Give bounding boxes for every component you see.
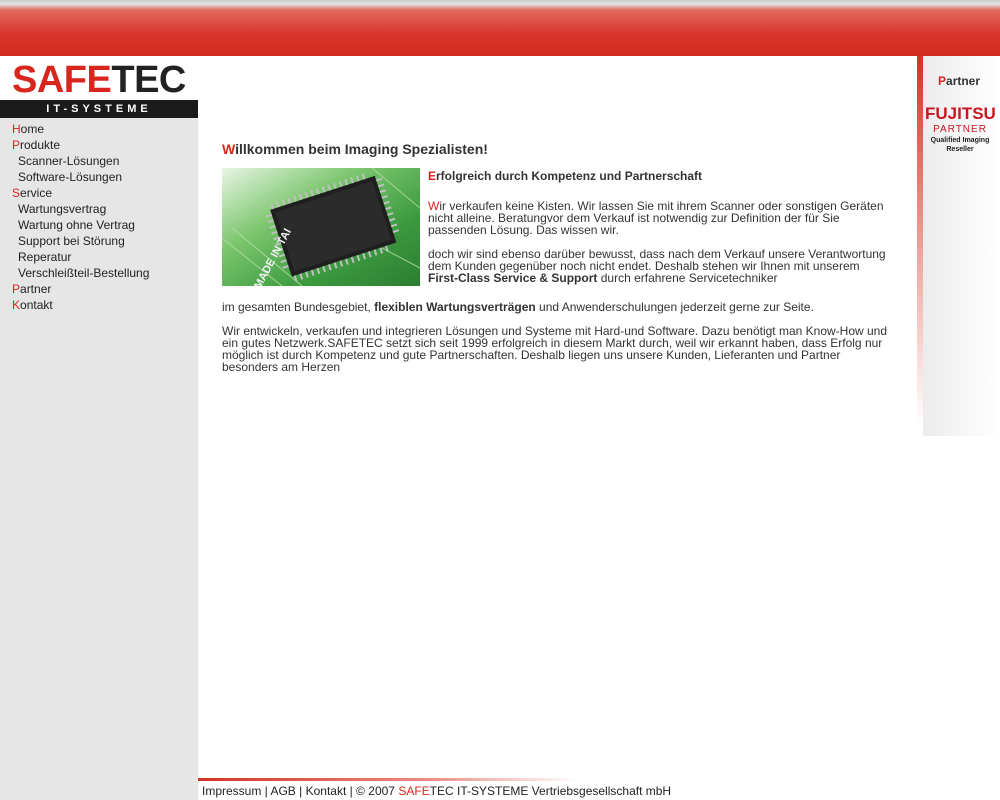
nav-produkte-label: rodukte [20,138,61,152]
paragraph-3: im gesamten Bundesgebiet, flexiblen Wart… [222,301,890,313]
nav-wartungsvertrag[interactable]: Wartungsvertrag [0,201,198,217]
nav-produkte[interactable]: Produkte [0,137,198,153]
nav-service-initial: S [12,186,21,200]
section-subheading-text: rfolgreich durch Kompetenz und Partnersc… [436,169,703,183]
page-title-initial: W [222,141,236,157]
nav-service-label: ervice [20,186,53,200]
nav-partner-initial: P [12,282,21,296]
logo-part1: SAFE [12,59,112,101]
nav-verschleissteil-bestellung[interactable]: Verschleißteil-Bestellung [0,265,198,281]
section-subheading: Erfolgreich durch Kompetenz und Partners… [428,170,702,182]
footer-link-kontakt[interactable]: Kontakt [306,784,347,798]
paragraph-2-text-a: doch wir sind ebenso darüber bewusst, da… [428,247,886,273]
nav-partner[interactable]: Partner [0,281,198,297]
paragraph-2: doch wir sind ebenso darüber bewusst, da… [428,248,890,284]
paragraph-1: Wir verkaufen keine Kisten. Wir lassen S… [428,200,890,236]
logo[interactable]: SAFETEC IT-SYSTEME [0,56,198,118]
partner-heading-text: artner [946,74,981,88]
main-nav: Home Produkte Scanner-Lösungen Software-… [0,118,198,313]
nav-kontakt-initial: K [12,298,21,312]
fujitsu-qualified-line2: Reseller [946,146,974,153]
nav-partner-label: artner [20,282,52,296]
partner-heading: Partner [938,74,980,88]
logo-part2: TEC [111,59,186,101]
paragraph-2-bold: First-Class Service & Support [428,271,598,285]
nav-kontakt[interactable]: Kontakt [0,297,198,313]
nav-reperatur[interactable]: Reperatur [0,249,198,265]
header-bar [0,0,1000,60]
footer-separator: | [346,784,357,798]
footer: Impressum | AGB | Kontakt | © 2007 SAFET… [202,784,671,798]
nav-wartung-ohne-vertrag[interactable]: Wartung ohne Vertrag [0,217,198,233]
footer-company-rest: TEC IT-SYSTEME Vertriebsgesellschaft mbH [429,784,672,798]
paragraph-3-text-b: und Anwenderschulungen jederzeit gerne z… [539,300,814,314]
nav-produkte-initial: P [12,138,21,152]
logo-subtitle: IT-SYSTEME [0,100,198,118]
footer-copyright: © 2007 [356,784,399,798]
footer-divider [198,778,578,781]
sidebar: Home Produkte Scanner-Lösungen Software-… [0,118,198,800]
fujitsu-qualified-line1: Qualified Imaging [930,137,990,144]
fujitsu-partner-logo[interactable]: FUJITSU PARTNER Qualified Imaging Resell… [925,104,996,154]
paragraph-2-text-b: durch erfahrene Servicetechniker [600,271,778,285]
paragraph-3-bold: flexiblen Wartungsverträgen [374,300,536,314]
circuit-board-image: MADE IN TAI [222,168,420,286]
section-subheading-initial: E [428,169,437,183]
paragraph-4: Wir entwickeln, verkaufen und integriere… [222,324,888,374]
paragraph-1-text: ir verkaufen keine Kisten. Wir lassen Si… [428,199,884,237]
page-title: Willkommen beim Imaging Spezialisten! [222,141,488,157]
nav-support-bei-stoerung[interactable]: Support bei Störung [0,233,198,249]
nav-home-initial: H [12,122,21,136]
fujitsu-partner-label: PARTNER [933,124,987,135]
footer-link-impressum[interactable]: Impressum [202,784,261,798]
footer-link-agb[interactable]: AGB [270,784,295,798]
nav-software-loesungen[interactable]: Software-Lösungen [0,169,198,185]
footer-separator: | [295,784,306,798]
nav-home-label: ome [20,122,45,136]
footer-company-red: SAFE [398,784,430,798]
nav-scanner-loesungen[interactable]: Scanner-Lösungen [0,153,198,169]
nav-kontakt-label: ontakt [20,298,53,312]
page-title-text: illkommen beim Imaging Spezialisten! [235,141,488,157]
circuit-board-graphic: MADE IN TAI [222,168,420,286]
nav-home[interactable]: Home [0,121,198,137]
partner-heading-initial: P [938,74,947,88]
paragraph-3-text-a: im gesamten Bundesgebiet, [222,300,371,314]
fujitsu-brand: FUJITSU [925,104,996,123]
nav-service[interactable]: Service [0,185,198,201]
